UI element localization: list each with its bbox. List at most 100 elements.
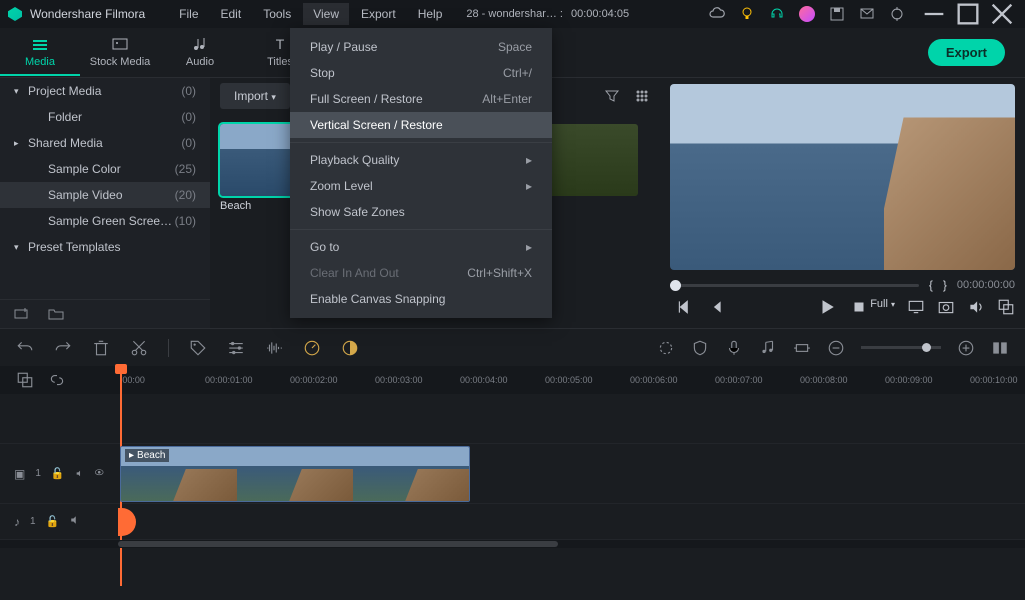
timeline-toolbar [0,328,1025,366]
ruler-mark: 00:00:04:00 [460,375,545,385]
sidebar-bottom-icons [0,299,210,328]
mic-icon[interactable] [725,339,743,357]
play-button[interactable] [818,298,836,316]
audio-wave-icon[interactable] [265,339,283,357]
detach-icon[interactable] [997,298,1015,316]
update-icon[interactable] [889,6,905,22]
audio-stub[interactable] [118,508,136,536]
redo-icon[interactable] [54,339,72,357]
ruler-link-icon[interactable] [48,371,66,389]
sidebar-item[interactable]: ▾Preset Templates [0,234,210,260]
sidebar-item[interactable]: ▾Project Media(0) [0,78,210,104]
titlebar: Wondershare Filmora FileEditToolsViewExp… [0,0,1025,28]
step-back-button[interactable] [676,298,694,316]
ruler-mark: 00:00:08:00 [800,375,885,385]
track-manage-icon[interactable] [991,339,1009,357]
menu-tools[interactable]: Tools [253,3,301,25]
ruler-mark: 00:00:03:00 [375,375,460,385]
cloud-icon[interactable] [709,6,725,22]
tag-icon[interactable] [189,339,207,357]
ruler-mark: 00:00:09:00 [885,375,970,385]
visibility-icon[interactable] [94,467,104,481]
maximize-button[interactable] [953,0,983,28]
avatar-icon[interactable] [799,6,815,22]
menu-item-show-safe-zones[interactable]: Show Safe Zones [290,199,552,225]
lock-icon[interactable]: 🔓 [51,467,65,480]
timeline-scrollbar[interactable] [0,540,1025,548]
preview-video[interactable] [670,84,1015,270]
ruler-mark: 00:00:06:00 [630,375,715,385]
shield-icon[interactable] [691,339,709,357]
mute-icon[interactable] [69,514,81,529]
project-name: 28 - wondershar… : [466,8,563,20]
video-track-head: ▣ 1 🔓 [0,467,118,481]
menu-item-go-to[interactable]: Go to▸ [290,234,552,260]
menu-item-clear-in-and-out: Clear In And OutCtrl+Shift+X [290,260,552,286]
new-folder-icon[interactable] [14,306,30,322]
ai-icon[interactable] [657,339,675,357]
tab-audio[interactable]: Audio [160,30,240,76]
close-button[interactable] [987,0,1017,28]
tab-stock-media[interactable]: Stock Media [80,30,160,76]
cut-icon[interactable] [130,339,148,357]
snapshot-icon[interactable] [937,298,955,316]
menu-item-play-pause[interactable]: Play / PauseSpace [290,34,552,60]
sidebar-item[interactable]: Sample Video(20) [0,182,210,208]
fit-icon[interactable] [793,339,811,357]
scrub-track[interactable] [670,284,919,287]
import-button[interactable]: Import ▾ [220,83,290,109]
sidebar-item[interactable]: Folder(0) [0,104,210,130]
message-icon[interactable] [859,6,875,22]
menu-export[interactable]: Export [351,3,406,25]
timeline-tracks: ▣ 1 🔓 ▸Beach ♪ 1 🔓 [0,394,1025,599]
timeline-ruler[interactable]: |00:0000:00:01:0000:00:02:0000:00:03:000… [0,366,1025,394]
video-track: ▣ 1 🔓 ▸Beach [0,444,1025,504]
ruler-mark: 00:00:01:00 [205,375,290,385]
adjust-icon[interactable] [227,339,245,357]
ruler-duplicate-icon[interactable] [16,371,34,389]
tab-media[interactable]: Media [0,30,80,76]
zoom-out-icon[interactable] [827,339,845,357]
minimize-button[interactable] [919,0,949,28]
menu-item-zoom-level[interactable]: Zoom Level▸ [290,173,552,199]
mark-out-button[interactable]: } [943,278,947,292]
menu-item-vertical-screen-restore[interactable]: Vertical Screen / Restore [290,112,552,138]
menu-edit[interactable]: Edit [211,3,252,25]
play-controls: Full ▾ [670,298,1015,316]
zoom-slider[interactable] [861,346,941,349]
menu-item-full-screen-restore[interactable]: Full Screen / RestoreAlt+Enter [290,86,552,112]
filter-icon[interactable] [604,88,620,104]
zoom-in-icon[interactable] [957,339,975,357]
color-icon[interactable] [341,339,359,357]
menu-item-playback-quality[interactable]: Playback Quality▸ [290,147,552,173]
support-icon[interactable] [769,6,785,22]
mute-icon[interactable] [75,467,84,481]
tips-icon[interactable] [739,6,755,22]
speed-icon[interactable] [303,339,321,357]
export-button[interactable]: Export [928,39,1005,66]
clip-label: ▸Beach [125,449,169,462]
menu-file[interactable]: File [169,3,208,25]
menu-item-enable-canvas-snapping[interactable]: Enable Canvas Snapping [290,286,552,312]
quality-selector[interactable]: Full ▾ [870,298,895,316]
delete-icon[interactable] [92,339,110,357]
grid-view-icon[interactable] [634,88,650,104]
undo-icon[interactable] [16,339,34,357]
play-back-button[interactable] [706,298,724,316]
video-track-number: 1 [35,468,41,479]
menu-view[interactable]: View [303,3,349,25]
volume-icon[interactable] [967,298,985,316]
music-icon[interactable] [759,339,777,357]
folder-icon[interactable] [48,306,64,322]
sidebar-item[interactable]: ▸Shared Media(0) [0,130,210,156]
sidebar-item[interactable]: Sample Green Scree…(10) [0,208,210,234]
stop-button[interactable] [850,298,868,316]
display-icon[interactable] [907,298,925,316]
menu-item-stop[interactable]: StopCtrl+/ [290,60,552,86]
lock-icon[interactable]: 🔓 [46,515,60,528]
menu-help[interactable]: Help [408,3,453,25]
sidebar-item[interactable]: Sample Color(25) [0,156,210,182]
video-clip[interactable]: ▸Beach [120,446,470,502]
save-icon[interactable] [829,6,845,22]
mark-in-button[interactable]: { [929,278,933,292]
